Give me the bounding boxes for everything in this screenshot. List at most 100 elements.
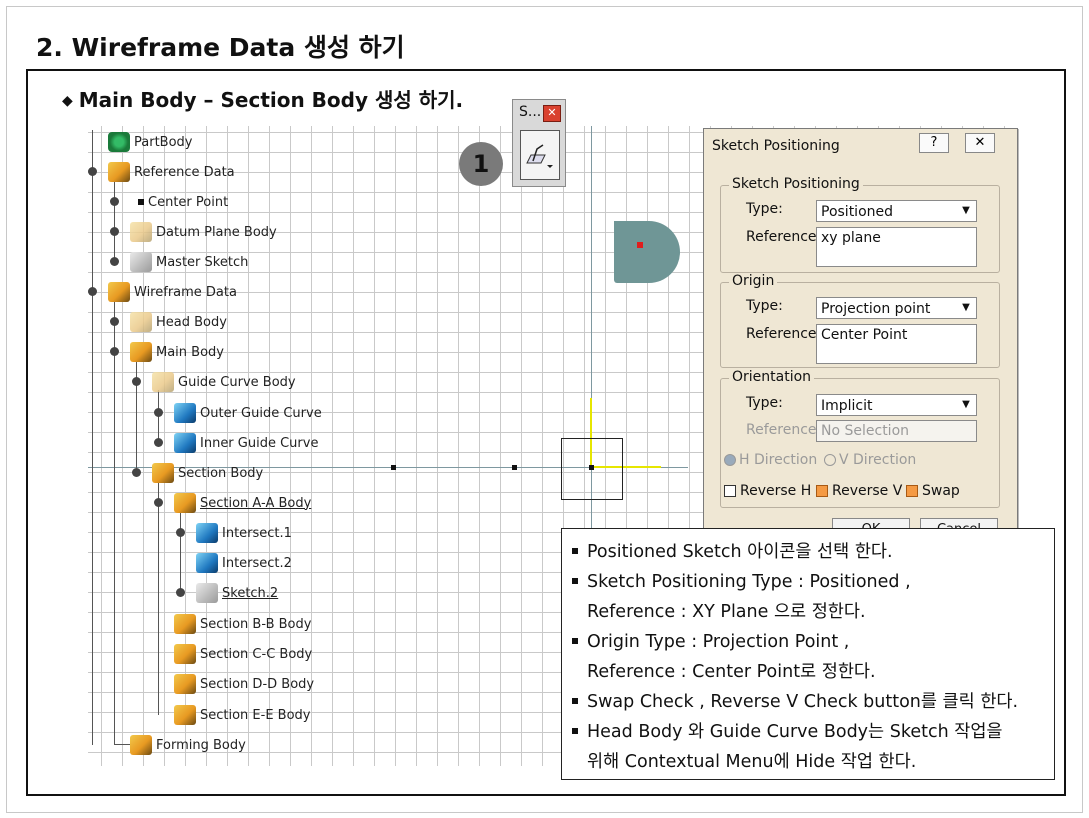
tree-node-center-point[interactable]: Center Point xyxy=(130,191,228,213)
sketch-positioning-dialog[interactable]: Sketch Positioning ? ✕ Sketch Positionin… xyxy=(703,128,1018,550)
point-marker xyxy=(589,465,594,470)
tree-node-section-e-e-body[interactable]: Section E-E Body xyxy=(174,704,311,726)
tree-node-main-body[interactable]: Main Body xyxy=(130,341,224,363)
expand-icon[interactable] xyxy=(110,257,119,266)
help-icon[interactable]: ? xyxy=(919,133,949,153)
point-marker xyxy=(391,465,396,470)
expand-icon[interactable] xyxy=(176,528,185,537)
radio-label: V Direction xyxy=(839,452,917,468)
square-bullet-icon xyxy=(572,697,578,704)
instruction-text: Swap Check , Reverse V Check button를 클릭 … xyxy=(587,692,1019,712)
tree-node-sketch-2[interactable]: Sketch.2 xyxy=(196,582,278,604)
radio-icon xyxy=(724,454,736,466)
group-label: Sketch Positioning xyxy=(729,176,863,192)
checkbox-label: Reverse H xyxy=(740,483,812,499)
positioned-sketch-toolbar[interactable]: S... ✕ xyxy=(512,99,566,187)
expand-icon[interactable] xyxy=(176,588,185,597)
expand-icon[interactable] xyxy=(110,197,119,206)
checkbox-label: Swap xyxy=(922,483,960,499)
diamond-bullet-icon: ◆ xyxy=(62,93,73,109)
body-icon xyxy=(152,463,174,483)
positioned-sketch-button[interactable] xyxy=(520,130,560,180)
body-icon xyxy=(130,222,152,242)
tree-node-section-body[interactable]: Section Body xyxy=(152,462,263,484)
tree-node-section-a-a-body[interactable]: Section A-A Body xyxy=(174,492,311,514)
instruction-text: Sketch Positioning Type : Positioned , xyxy=(587,572,911,592)
tree-node-partbody[interactable]: PartBody xyxy=(108,131,192,153)
tree-node-reference-data[interactable]: Reference Data xyxy=(108,161,235,183)
tree-node-guide-curve-body[interactable]: Guide Curve Body xyxy=(152,371,296,393)
tree-connector xyxy=(114,172,115,264)
close-icon[interactable]: ✕ xyxy=(543,105,561,122)
expand-icon[interactable] xyxy=(154,498,163,507)
expand-icon[interactable] xyxy=(132,468,141,477)
sketch-reference-field[interactable]: xy plane xyxy=(816,227,977,267)
body-icon xyxy=(130,312,152,332)
square-bullet-icon xyxy=(572,727,578,734)
close-icon[interactable]: ✕ xyxy=(965,133,995,153)
reference-label: Reference: xyxy=(746,229,822,245)
swap-checkbox[interactable]: Swap xyxy=(906,483,960,499)
select-value: Positioned xyxy=(821,204,894,220)
step-badge-1: 1 xyxy=(459,142,503,186)
square-bullet-icon xyxy=(572,637,578,644)
body-icon xyxy=(108,282,130,302)
tree-node-inner-guide-curve[interactable]: Inner Guide Curve xyxy=(174,432,318,454)
point-marker xyxy=(512,465,517,470)
tree-node-master-sketch[interactable]: Master Sketch xyxy=(130,251,248,273)
origin-type-select[interactable]: Projection point ▼ xyxy=(816,297,977,319)
body-icon xyxy=(174,614,196,634)
tree-node-section-c-c-body[interactable]: Section C-C Body xyxy=(174,643,312,665)
cube-icon xyxy=(196,523,218,543)
surface-shape[interactable] xyxy=(614,221,680,283)
tree-node-intersect-2[interactable]: Intersect.2 xyxy=(196,552,292,574)
chevron-down-icon: ▼ xyxy=(962,302,970,313)
tree-connector xyxy=(180,510,181,594)
tree-node-section-d-d-body[interactable]: Section D-D Body xyxy=(174,673,314,695)
reverse-v-checkbox[interactable]: Reverse V xyxy=(816,483,902,499)
instruction-text: Origin Type : Projection Point , xyxy=(587,632,850,652)
expand-icon[interactable] xyxy=(132,377,141,386)
expand-icon[interactable] xyxy=(88,287,97,296)
tree-node-head-body[interactable]: Head Body xyxy=(130,311,227,333)
page-title: 2. Wireframe Data 생성 하기 xyxy=(36,33,405,62)
positioned-sketch-icon xyxy=(526,144,553,168)
body-icon xyxy=(108,162,130,182)
select-value: Projection point xyxy=(821,301,931,317)
v-direction-radio[interactable]: V Direction xyxy=(824,452,916,468)
expand-icon[interactable] xyxy=(110,347,119,356)
instruction-line: Swap Check , Reverse V Check button를 클릭 … xyxy=(572,687,1054,717)
radio-label: H Direction xyxy=(739,452,818,468)
checkbox-icon xyxy=(906,485,918,497)
expand-icon[interactable] xyxy=(154,438,163,447)
expand-icon[interactable] xyxy=(110,227,119,236)
instruction-line: Origin Type : Projection Point , xyxy=(572,627,1054,657)
chevron-down-icon: ▼ xyxy=(962,205,970,216)
type-label: Type: xyxy=(746,298,783,314)
chevron-down-icon: ▼ xyxy=(962,399,970,410)
reverse-h-checkbox[interactable]: Reverse H xyxy=(724,483,811,499)
tree-node-outer-guide-curve[interactable]: Outer Guide Curve xyxy=(174,402,322,424)
instruction-line: 위해 Contextual Menu에 Hide 작업 한다. xyxy=(572,747,1054,777)
orientation-reference-field[interactable]: No Selection xyxy=(816,420,977,442)
orientation-type-select[interactable]: Implicit ▼ xyxy=(816,394,977,416)
origin-reference-field[interactable]: Center Point xyxy=(816,324,977,364)
tree-node-forming-body[interactable]: Forming Body xyxy=(130,734,246,756)
tree-node-wireframe-data[interactable]: Wireframe Data xyxy=(108,281,237,303)
tree-connector xyxy=(114,744,130,745)
radio-icon xyxy=(824,454,836,466)
instruction-line: Reference : XY Plane 으로 정한다. xyxy=(572,597,1054,627)
body-icon xyxy=(130,735,152,755)
checkbox-icon xyxy=(816,485,828,497)
expand-icon[interactable] xyxy=(154,408,163,417)
reference-label: Reference: xyxy=(746,422,822,438)
sketch-type-select[interactable]: Positioned ▼ xyxy=(816,200,977,222)
expand-icon[interactable] xyxy=(110,317,119,326)
tree-node-datum-plane-body[interactable]: Datum Plane Body xyxy=(130,221,277,243)
select-value: Implicit xyxy=(821,398,873,414)
gear-icon xyxy=(108,132,130,152)
tree-node-intersect-1[interactable]: Intersect.1 xyxy=(196,522,292,544)
expand-icon[interactable] xyxy=(88,167,97,176)
h-direction-radio[interactable]: H Direction xyxy=(724,452,817,468)
tree-node-section-b-b-body[interactable]: Section B-B Body xyxy=(174,613,311,635)
